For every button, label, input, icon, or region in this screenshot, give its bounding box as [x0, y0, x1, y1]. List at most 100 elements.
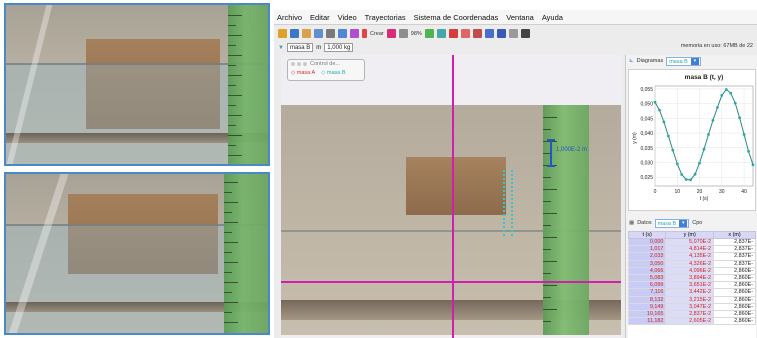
column-x[interactable]: x (m)	[713, 231, 756, 239]
table-cell[interactable]: 11,182	[628, 317, 667, 326]
table-cell[interactable]: 2,033	[628, 252, 667, 261]
save-icon[interactable]	[290, 29, 299, 38]
create-icon[interactable]	[362, 29, 367, 38]
calibration-label[interactable]: 1,000E-2 m	[556, 147, 587, 153]
table-row[interactable]: 2,033 4,135E-2 2,837E-	[628, 252, 756, 261]
table-cell[interactable]: 7,116	[628, 288, 667, 297]
menu-ventana[interactable]: Ventana	[506, 13, 534, 22]
coordinate-axis-horizontal[interactable]	[281, 281, 621, 283]
table-row[interactable]: 7,116 3,442E-2 2,860E-	[628, 288, 756, 297]
table-cell[interactable]: 3,050	[628, 259, 667, 268]
table-cell[interactable]: 3,894E-2	[665, 273, 715, 283]
data-track-select[interactable]: masa B	[654, 218, 690, 228]
table-cell[interactable]: 0,000	[628, 237, 667, 247]
table-cell[interactable]: 2,860E-	[713, 266, 756, 275]
plot-area[interactable]: masa B (t, y) 0,025 0,030 0,035 0,040 0,045 0,…	[628, 69, 756, 211]
clip-settings-icon[interactable]	[326, 29, 335, 38]
drawing-icon[interactable]	[496, 29, 506, 38]
table-cell[interactable]: 5,070E-2	[665, 237, 715, 247]
mass-a-toggle[interactable]: ◇ masa A	[291, 70, 315, 76]
create-button[interactable]: Crear	[370, 31, 384, 37]
open-video-icon[interactable]	[302, 29, 311, 38]
table-cell[interactable]: 2,860E-	[713, 273, 756, 283]
autotrack-icon[interactable]	[436, 29, 446, 38]
table-cell[interactable]: 2,860E-	[713, 295, 756, 304]
calibration-icon[interactable]	[338, 29, 347, 38]
table-cell[interactable]: 10,165	[628, 309, 667, 319]
mass-value-field[interactable]: 1,000 kg	[324, 43, 354, 52]
table-cell[interactable]: 2,860E-	[713, 288, 756, 297]
line-tool-icon[interactable]	[472, 29, 482, 38]
axes-icon[interactable]	[350, 29, 359, 38]
table-cell[interactable]: 2,837E-	[713, 245, 756, 254]
menu-trayectorias[interactable]: Trayectorias	[365, 13, 406, 22]
data-columns-button[interactable]: Cpo	[692, 220, 702, 226]
table-cell[interactable]: 4,096E-2	[665, 266, 715, 275]
table-row[interactable]: 9,149 3,047E-2 2,860E-	[628, 302, 756, 311]
zoom-level[interactable]: 98%	[411, 31, 422, 37]
table-cell[interactable]: 2,837E-2	[665, 309, 715, 319]
table-cell[interactable]: 4,066	[628, 266, 667, 275]
table-row[interactable]: 5,083 3,894E-2 2,860E-	[628, 273, 756, 283]
table-row[interactable]: 6,099 3,651E-2 2,860E-	[628, 281, 756, 290]
menu-sistema-coordenadas[interactable]: Sistema de Coordenadas	[414, 13, 499, 22]
font-icon[interactable]	[520, 29, 530, 38]
table-row[interactable]: 10,165 2,837E-2 2,860E-	[628, 309, 756, 319]
selected-mass[interactable]: masa B	[286, 43, 314, 52]
control-window[interactable]: Control de... ◇ masa A ◇ masa B	[287, 59, 365, 81]
vector-icon[interactable]	[460, 29, 470, 38]
menu-archivo[interactable]: Archivo	[277, 13, 302, 22]
wooden-block	[406, 157, 506, 215]
table-cell[interactable]: 2,605E-2	[665, 317, 715, 326]
table-cell[interactable]: 2,860E-	[713, 309, 756, 319]
menu-editar[interactable]: Editar	[310, 13, 330, 22]
menu-ayuda[interactable]: Ayuda	[542, 13, 563, 22]
data-table[interactable]: t (s) y (m) x (m) 0,000 5,070E-2 2,837E- 1,…	[628, 231, 756, 338]
video-panel[interactable]: 1,000E-2 m Control de... ◇ masa A ◇ masa…	[281, 55, 621, 338]
coordinate-axis-vertical[interactable]	[452, 55, 454, 338]
table-cell[interactable]: 5,083	[628, 273, 667, 283]
table-cell[interactable]: 2,837E-	[713, 259, 756, 268]
table-cell[interactable]: 1,017	[628, 245, 667, 254]
mass-b-track-points[interactable]	[503, 170, 513, 236]
calibration-stick[interactable]	[547, 139, 555, 167]
open-folder-icon[interactable]	[278, 29, 287, 38]
plot-track-select[interactable]: masa B	[666, 56, 701, 66]
table-cell[interactable]: 3,215E-2	[665, 295, 715, 304]
column-y[interactable]: y (m)	[665, 231, 715, 239]
table-cell[interactable]: 4,326E-2	[665, 259, 715, 268]
menu-video[interactable]: Video	[338, 13, 357, 22]
window-buttons[interactable]	[291, 62, 307, 66]
table-cell[interactable]: 2,837E-	[713, 237, 756, 247]
mass-b-toggle[interactable]: ◇ masa B	[321, 70, 345, 76]
table-row[interactable]: 4,066 4,096E-2 2,860E-	[628, 266, 756, 275]
table-cell[interactable]: 4,814E-2	[665, 245, 715, 254]
green-ruler	[224, 174, 268, 333]
table-cell[interactable]: 2,860E-	[713, 302, 756, 311]
table-cell[interactable]: 8,132	[628, 295, 667, 304]
table-cell[interactable]: 2,860E-	[713, 281, 756, 290]
column-t[interactable]: t (s)	[628, 231, 667, 239]
mark-icon[interactable]	[386, 29, 396, 38]
plot-tab-label[interactable]: Diagramas	[637, 58, 664, 64]
clear-icon[interactable]	[508, 29, 518, 38]
table-row[interactable]: 0,000 5,070E-2 2,837E-	[628, 237, 756, 247]
table-cell[interactable]: 3,442E-2	[665, 288, 715, 297]
track-control-icon[interactable]	[424, 29, 434, 38]
path-icon[interactable]	[448, 29, 458, 38]
export-icon[interactable]	[314, 29, 323, 38]
table-cell[interactable]: 9,149	[628, 302, 667, 311]
table-row[interactable]: 11,182 2,605E-2 2,860E-	[628, 317, 756, 326]
table-cell[interactable]: 4,135E-2	[665, 252, 715, 261]
table-cell[interactable]: 3,047E-2	[665, 302, 715, 311]
table-cell[interactable]: 2,837E-	[713, 252, 756, 261]
table-cell[interactable]: 6,099	[628, 281, 667, 290]
table-cell[interactable]: 2,860E-	[713, 317, 756, 326]
data-tab-label[interactable]: Datos	[637, 220, 651, 226]
table-row[interactable]: 1,017 4,814E-2 2,837E-	[628, 245, 756, 254]
table-row[interactable]: 8,132 3,215E-2 2,860E-	[628, 295, 756, 304]
table-cell[interactable]: 3,651E-2	[665, 281, 715, 290]
zoom-icon[interactable]	[398, 29, 408, 38]
pencil-icon[interactable]	[484, 29, 494, 38]
table-row[interactable]: 3,050 4,326E-2 2,837E-	[628, 259, 756, 268]
